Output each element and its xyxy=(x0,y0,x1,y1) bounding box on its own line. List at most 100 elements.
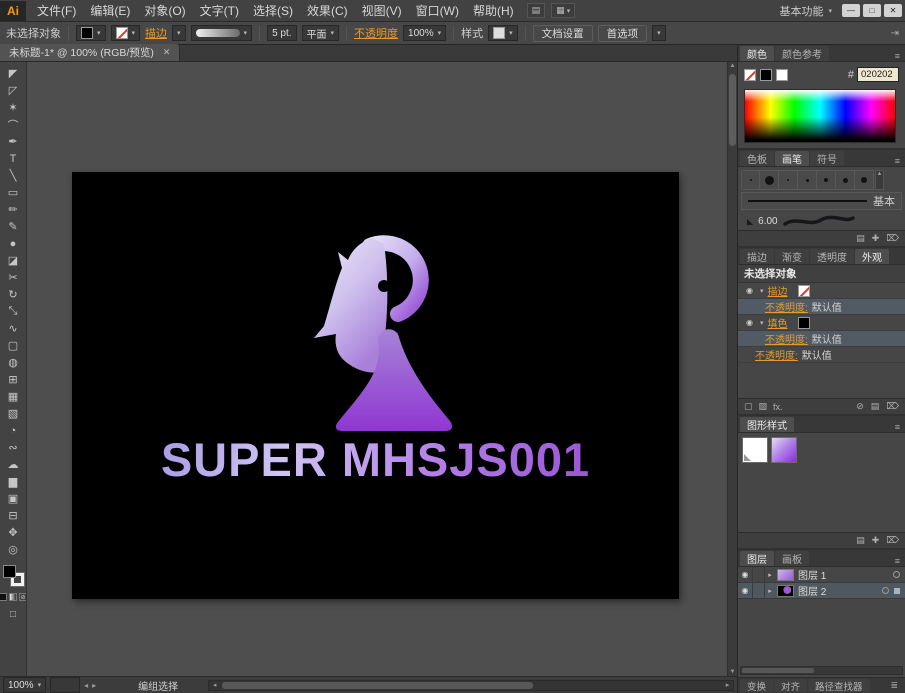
tab-gradient[interactable]: 渐变 xyxy=(775,249,809,264)
artboard-nav-field[interactable] xyxy=(50,677,81,693)
target-circle-icon[interactable] xyxy=(882,587,889,594)
artboard[interactable]: SUPER MHSJS001 xyxy=(72,172,679,599)
maximize-button[interactable]: □ xyxy=(863,4,881,17)
target-circle-icon[interactable] xyxy=(893,571,900,578)
black-swatch[interactable] xyxy=(760,68,772,81)
pencil-tool-icon[interactable]: ✎ xyxy=(1,218,26,235)
scale-tool-icon[interactable]: ⤡ xyxy=(1,303,26,320)
mesh-tool-icon[interactable]: ▦ xyxy=(1,388,26,405)
opacity-link[interactable]: 不透明度: xyxy=(755,347,798,362)
menu-item-2[interactable]: 对象(O) xyxy=(137,0,192,22)
tab-transparency[interactable]: 透明度 xyxy=(810,249,854,264)
preferences-button[interactable]: 首选项 xyxy=(597,24,648,42)
hand-tool-icon[interactable]: ✥ xyxy=(1,524,26,541)
eraser-tool-icon[interactable]: ◪ xyxy=(1,252,26,269)
delete-style-icon[interactable]: ⌦ xyxy=(886,535,899,546)
brush-item-2[interactable] xyxy=(779,170,798,190)
opacity-link[interactable]: 不透明度: xyxy=(765,331,808,346)
zoom-tool-icon[interactable]: ◎ xyxy=(1,541,26,558)
brush-definition-dropdown[interactable]: ▾ xyxy=(190,25,253,41)
opacity-link[interactable]: 不透明度: xyxy=(765,299,808,314)
brush-item-4[interactable] xyxy=(817,170,836,190)
appearance-row-stroke-opacity[interactable]: 不透明度: 默认值 xyxy=(738,299,905,315)
stroke-panel-link[interactable]: 描边 xyxy=(145,25,167,41)
width-tool-icon[interactable]: ∿ xyxy=(1,320,26,337)
document-arrange-icon[interactable]: ▤ xyxy=(526,3,546,18)
libraries-icon[interactable]: ▤ xyxy=(856,535,865,546)
document-setup-button[interactable]: 文档设置 xyxy=(532,24,593,42)
menu-item-5[interactable]: 效果(C) xyxy=(300,0,355,22)
stroke-none-swatch[interactable] xyxy=(797,284,810,297)
width-profile-dropdown[interactable]: 平面 ▾ xyxy=(301,25,340,41)
close-tab-icon[interactable]: ✕ xyxy=(163,47,171,58)
close-button[interactable]: ✕ xyxy=(884,4,902,17)
fill-stroke-widget[interactable] xyxy=(2,565,25,587)
appearance-row-global-opacity[interactable]: 不透明度: 默认值 xyxy=(738,347,905,363)
rectangle-tool-icon[interactable]: ▭ xyxy=(1,184,26,201)
tab-graphic-styles[interactable]: 图形样式 xyxy=(740,417,794,432)
scroll-right-icon[interactable]: ▸ xyxy=(722,681,733,689)
menu-item-1[interactable]: 编辑(E) xyxy=(83,0,137,22)
lock-column[interactable] xyxy=(753,583,765,598)
menu-item-7[interactable]: 窗口(W) xyxy=(409,0,466,22)
panel-menu-icon[interactable]: ≡ xyxy=(890,156,905,166)
brush-item-5[interactable] xyxy=(836,170,855,190)
delete-brush-icon[interactable]: ⌦ xyxy=(886,233,899,244)
free-transform-tool-icon[interactable]: ▢ xyxy=(1,337,26,354)
panel-menu-icon[interactable]: ≣ xyxy=(885,680,903,691)
purple-gradient-style[interactable] xyxy=(771,437,797,463)
blend-tool-icon[interactable]: ∾ xyxy=(1,439,26,456)
prev-artboard-icon[interactable]: ◂ xyxy=(84,681,88,690)
delete-item-icon[interactable]: ⌦ xyxy=(886,401,899,412)
artboard-tool-icon[interactable]: ▣ xyxy=(1,490,26,507)
brush-list-scrollbar[interactable]: ▲ xyxy=(875,170,884,190)
paintbrush-tool-icon[interactable]: ✏ xyxy=(1,201,26,218)
white-swatch[interactable] xyxy=(776,68,788,81)
stroke-color-dropdown[interactable]: ▾ xyxy=(110,25,141,41)
blob-brush-tool-icon[interactable]: ● xyxy=(1,235,26,252)
expand-caret-icon[interactable]: ▸ xyxy=(765,571,775,579)
gradient-tool-icon[interactable]: ▧ xyxy=(1,405,26,422)
layer-name[interactable]: 图层 1 xyxy=(798,567,826,582)
stroke-weight-field[interactable]: 5 pt. xyxy=(267,25,297,41)
scrollbar-thumb[interactable] xyxy=(742,668,815,673)
screen-mode-icon[interactable]: □ xyxy=(10,609,16,620)
expand-caret-icon[interactable]: ▸ xyxy=(765,587,775,595)
layer-name[interactable]: 图层 2 xyxy=(798,583,826,598)
brush-item-3[interactable] xyxy=(798,170,817,190)
shape-builder-tool-icon[interactable]: ◍ xyxy=(1,354,26,371)
panel-menu-icon[interactable]: ≡ xyxy=(890,51,905,61)
next-artboard-icon[interactable]: ▸ xyxy=(92,681,96,690)
rotate-tool-icon[interactable]: ↻ xyxy=(1,286,26,303)
appearance-row-fill-opacity[interactable]: 不透明度: 默认值 xyxy=(738,331,905,347)
scrollbar-thumb[interactable] xyxy=(222,681,534,689)
duplicate-item-icon[interactable]: ▤ xyxy=(871,401,880,412)
menu-item-3[interactable]: 文字(T) xyxy=(193,0,246,22)
column-graph-tool-icon[interactable]: ▆ xyxy=(1,473,26,490)
slice-tool-icon[interactable]: ⊟ xyxy=(1,507,26,524)
tab-pathfinder[interactable]: 路径查找器 xyxy=(808,679,870,693)
calligraphic-brush-item[interactable]: ◣ 6.00 xyxy=(741,211,902,230)
hex-value-field[interactable]: 020202 xyxy=(857,67,899,82)
tab-symbols[interactable]: 符号 xyxy=(810,151,844,166)
scroll-down-icon[interactable]: ▼ xyxy=(728,669,737,675)
tab-align[interactable]: 对齐 xyxy=(774,679,808,693)
line-tool-icon[interactable]: ╲ xyxy=(1,167,26,184)
canvas-vertical-scrollbar[interactable]: ▲ ▼ xyxy=(727,62,737,676)
panel-menu-icon[interactable]: ≡ xyxy=(890,556,905,566)
tab-transform[interactable]: 变换 xyxy=(740,679,774,693)
lock-column[interactable] xyxy=(753,567,765,582)
chevron-down-icon[interactable]: ▾ xyxy=(760,319,764,327)
brush-item-1[interactable] xyxy=(760,170,779,190)
new-fill-icon[interactable]: ▧ xyxy=(759,401,768,412)
brush-item-0[interactable] xyxy=(741,170,760,190)
menu-item-4[interactable]: 选择(S) xyxy=(246,0,300,22)
layers-scrollbar[interactable] xyxy=(740,666,903,675)
tab-swatches[interactable]: 色板 xyxy=(740,151,774,166)
document-tab[interactable]: 未标题-1* @ 100% (RGB/预览) ✕ xyxy=(0,44,181,61)
selection-tool-icon[interactable]: ◤ xyxy=(1,65,26,82)
visibility-eye-icon[interactable]: ◉ xyxy=(743,318,756,327)
appearance-row-stroke[interactable]: ◉ ▾ 描边 xyxy=(738,283,905,299)
basic-brush-item[interactable]: 基本 xyxy=(741,192,902,210)
menu-item-6[interactable]: 视图(V) xyxy=(355,0,409,22)
